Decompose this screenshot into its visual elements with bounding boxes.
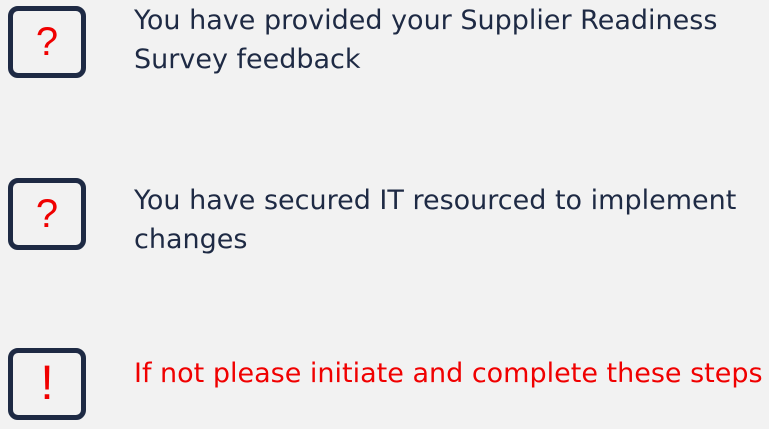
checklist-text-warning: If not please initiate and complete thes… <box>134 358 763 389</box>
checklist-item-warning: ! If not please initiate and complete th… <box>0 343 769 429</box>
question-mark-icon: ? <box>8 6 86 78</box>
checklist-item-survey: ? You have provided your Supplier Readin… <box>0 0 769 100</box>
exclamation-mark-icon: ! <box>8 348 86 420</box>
question-mark-icon: ? <box>8 178 86 250</box>
question-mark-glyph: ? <box>35 192 59 236</box>
exclamation-mark-glyph: ! <box>40 357 54 410</box>
question-mark-glyph: ? <box>35 20 59 64</box>
checklist-text-survey: You have provided your Supplier Readines… <box>134 5 718 75</box>
checklist-item-it-resources: ? You have secured IT resourced to imple… <box>0 172 769 272</box>
checklist-text-it-resources: You have secured IT resourced to impleme… <box>134 185 737 255</box>
